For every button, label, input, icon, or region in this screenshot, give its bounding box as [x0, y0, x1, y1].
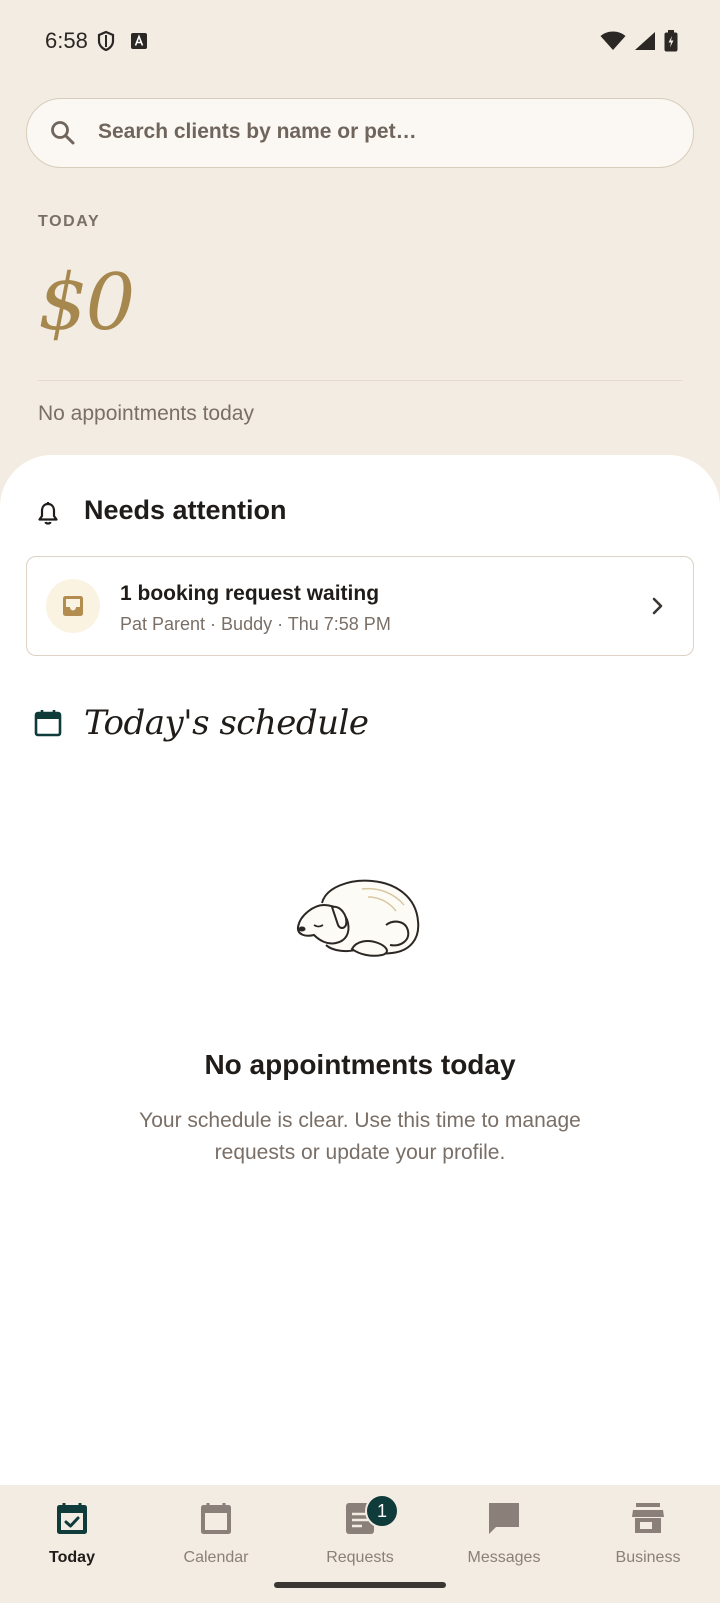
booking-request-title: 1 booking request waiting [120, 582, 380, 605]
nav-label: Today [49, 1549, 95, 1566]
status-left-icons [96, 30, 148, 52]
status-right-icons [600, 30, 678, 52]
chat-bubble-icon [489, 1503, 519, 1534]
calendar-check-icon [57, 1503, 87, 1534]
shield-icon [97, 30, 115, 52]
nav-label: Messages [467, 1549, 541, 1566]
nav-label: Requests [326, 1549, 394, 1566]
requests-count-badge: 1 [365, 1494, 399, 1528]
main-content-sheet: Needs attention 1 booking request waitin… [0, 455, 720, 1485]
nav-label: Business [615, 1549, 681, 1566]
chevron-right-icon [652, 597, 663, 615]
calendar-icon [34, 710, 62, 737]
divider [38, 380, 682, 381]
search-bar[interactable]: Search clients by name or pet… [26, 98, 694, 168]
needs-attention-heading: Needs attention [84, 495, 287, 525]
today-section-label: TODAY [38, 213, 101, 230]
today-appointments-summary: No appointments today [38, 402, 254, 425]
sleeping-dog-illustration [296, 879, 420, 957]
todays-schedule-heading: Today's schedule [84, 703, 369, 743]
status-bar: 6:58 [0, 0, 720, 86]
inbox-icon [63, 596, 83, 616]
booking-request-card[interactable]: 1 booking request waiting Pat Parent · B… [26, 556, 694, 656]
status-time: 6:58 [45, 28, 88, 53]
inbox-icon-badge [46, 579, 100, 633]
nav-item-messages[interactable]: Messages [432, 1485, 576, 1575]
today-earnings-amount: $0 [38, 258, 135, 348]
storefront-icon [632, 1503, 664, 1533]
calendar-icon [201, 1503, 231, 1534]
bell-icon [38, 502, 58, 525]
empty-state-title: No appointments today [204, 1049, 516, 1080]
search-icon [51, 121, 75, 145]
wifi-icon [600, 31, 626, 50]
home-gesture-bar[interactable] [274, 1582, 446, 1588]
nav-item-requests[interactable]: 1 Requests [288, 1485, 432, 1575]
empty-state-message: Your schedule is clear. Use this time to… [139, 1109, 581, 1164]
battery-charging-icon [664, 30, 678, 52]
signal-icon [635, 32, 655, 50]
nav-label: Calendar [183, 1549, 249, 1566]
nav-item-business[interactable]: Business [576, 1485, 720, 1575]
nav-item-calendar[interactable]: Calendar [144, 1485, 288, 1575]
keyboard-a-icon [131, 33, 147, 49]
search-input[interactable]: Search clients by name or pet… [98, 120, 417, 144]
booking-request-details: Pat Parent · Buddy · Thu 7:58 PM [120, 614, 391, 634]
nav-item-today[interactable]: Today [0, 1485, 144, 1575]
